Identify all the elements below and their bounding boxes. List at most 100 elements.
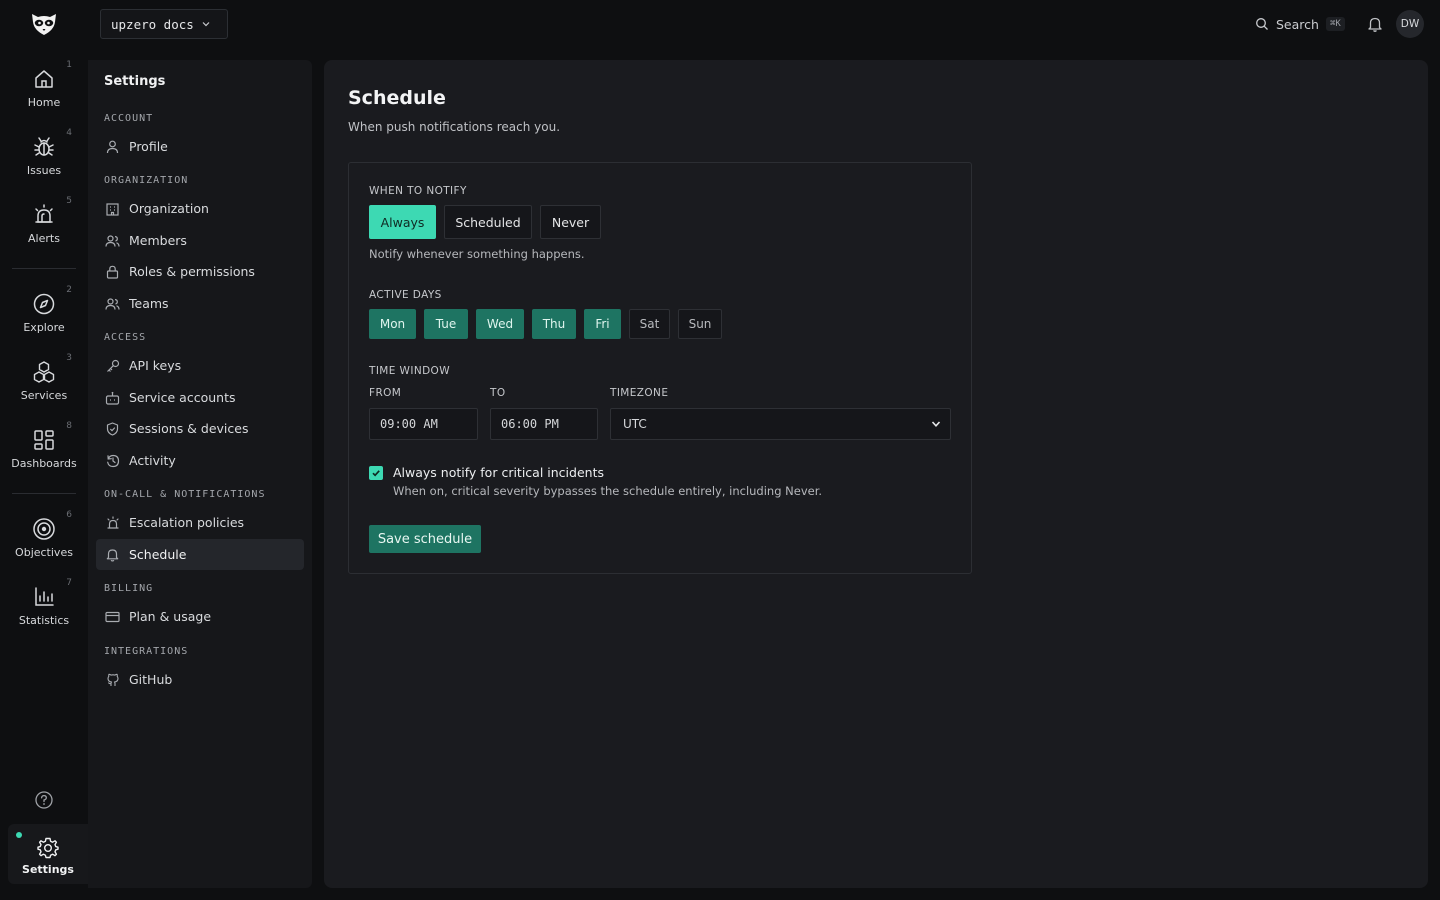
help-icon[interactable] [34, 790, 54, 810]
day-toggle-fri[interactable]: Fri [584, 309, 621, 339]
shortcut-number: 5 [66, 196, 72, 206]
sidebar-item-plan-usage[interactable]: Plan & usage [96, 601, 304, 632]
shortcut-number: 4 [66, 128, 72, 138]
sidebar-item-api-keys[interactable]: API keys [96, 350, 304, 381]
day-toggle-sun[interactable]: Sun [678, 309, 722, 339]
rail-divider [12, 268, 76, 269]
sidebar-item-teams[interactable]: Teams [96, 288, 304, 319]
timezone-select[interactable]: UTC [610, 408, 951, 440]
target-icon [32, 516, 56, 542]
checkmark-icon [371, 468, 381, 478]
sidebar-item-label: Activity [129, 453, 176, 468]
siren-icon [105, 515, 120, 530]
chevron-down-icon [201, 19, 211, 29]
rail-label: Statistics [18, 614, 70, 627]
users-icon [105, 234, 120, 248]
primary-rail: 1 Home 4 Issues 5 Alerts 2 Explore 3 Ser… [0, 48, 88, 900]
from-time-value: 09:00 AM [380, 417, 438, 431]
bell-icon [105, 548, 120, 562]
sidebar-item-escalation-policies[interactable]: Escalation policies [96, 507, 304, 538]
shortcut-number: 6 [66, 510, 72, 520]
active-days-label: ACTIVE DAYS [369, 289, 442, 301]
sidebar-item-members[interactable]: Members [96, 225, 304, 256]
robot-icon [105, 391, 120, 405]
timezone-label: TIMEZONE [610, 387, 669, 399]
search-button[interactable]: Search ⌘K [1255, 14, 1345, 34]
rail-item-statistics[interactable]: 7 Statistics [6, 578, 82, 638]
page-subtitle: When push notifications reach you. [348, 120, 561, 134]
shield-icon [105, 421, 120, 436]
lock-icon [105, 265, 120, 279]
sidebar-item-schedule[interactable]: Schedule [96, 539, 304, 570]
sidebar-item-activity[interactable]: Activity [96, 445, 304, 476]
shortcut-number: 3 [66, 353, 72, 363]
status-dot [16, 832, 22, 838]
rail-label: Dashboards [11, 457, 77, 470]
sidebar-item-service-accounts[interactable]: Service accounts [96, 382, 304, 413]
grid-icon [33, 427, 55, 453]
rail-label: Services [20, 389, 68, 402]
sidebar-item-label: API keys [129, 358, 182, 373]
day-toggle-thu[interactable]: Thu [532, 309, 576, 339]
gear-icon [36, 836, 60, 860]
sidebar-item-label: Teams [129, 296, 169, 311]
sidebar-item-label: GitHub [129, 672, 173, 687]
notify-always-button[interactable]: Always [369, 205, 436, 239]
day-toggle-wed[interactable]: Wed [476, 309, 524, 339]
sidebar-item-label: Escalation policies [129, 515, 245, 530]
time-window-label: TIME WINDOW [369, 365, 451, 377]
sidebar-item-label: Sessions & devices [129, 421, 249, 436]
notify-hint: Notify whenever something happens. [369, 247, 585, 261]
bar-chart-icon [33, 584, 55, 610]
search-shortcut: ⌘K [1325, 17, 1345, 31]
sidebar-item-sessions-devices[interactable]: Sessions & devices [96, 413, 304, 444]
bug-icon [32, 134, 56, 160]
rail-item-alerts[interactable]: 5 Alerts [6, 196, 82, 256]
sidebar-item-label: Service accounts [129, 390, 236, 405]
sidebar-item-organization[interactable]: Organization [96, 193, 304, 224]
compass-icon [32, 291, 56, 317]
github-icon [105, 673, 120, 687]
nav-section-integrations: INTEGRATIONS [104, 646, 189, 657]
sidebar-item-roles-permissions[interactable]: Roles & permissions [96, 256, 304, 287]
rail-label: Settings [22, 863, 74, 876]
notifications-bell-icon[interactable] [1366, 15, 1384, 33]
critical-override-checkbox[interactable] [369, 466, 383, 480]
building-icon [105, 202, 120, 216]
from-label: FROM [369, 387, 402, 399]
sidebar-item-github[interactable]: GitHub [96, 664, 304, 695]
save-schedule-button[interactable]: Save schedule [369, 525, 481, 553]
day-toggle-mon[interactable]: Mon [369, 309, 416, 339]
sidebar-item-profile[interactable]: Profile [96, 131, 304, 162]
rail-item-issues[interactable]: 4 Issues [6, 128, 82, 188]
notify-scheduled-button[interactable]: Scheduled [444, 205, 532, 239]
siren-icon [32, 202, 56, 228]
user-avatar[interactable]: DW [1396, 10, 1424, 38]
nav-section-organization: ORGANIZATION [104, 175, 189, 186]
workspace-switcher[interactable]: upzero docs [100, 9, 228, 39]
day-toggle-tue[interactable]: Tue [424, 309, 468, 339]
workspace-name: upzero docs [111, 16, 194, 32]
rail-item-services[interactable]: 3 Services [6, 353, 82, 413]
rail-item-dashboards[interactable]: 8 Dashboards [6, 421, 82, 481]
rail-item-explore[interactable]: 2 Explore [6, 285, 82, 345]
schedule-card: WHEN TO NOTIFY Always Scheduled Never No… [348, 162, 972, 574]
rail-label: Issues [26, 164, 62, 177]
critical-override-label[interactable]: Always notify for critical incidents [393, 465, 604, 480]
rail-item-home[interactable]: 1 Home [6, 60, 82, 120]
from-time-input[interactable]: 09:00 AM [369, 408, 478, 440]
rail-label: Explore [23, 321, 65, 334]
rail-label: Objectives [15, 546, 73, 559]
day-toggle-sat[interactable]: Sat [629, 309, 670, 339]
history-icon [105, 454, 120, 468]
sidebar-item-label: Profile [129, 139, 168, 154]
sidebar-item-label: Roles & permissions [129, 264, 255, 279]
raccoon-logo-icon[interactable] [28, 10, 60, 38]
rail-item-objectives[interactable]: 6 Objectives [6, 510, 82, 570]
to-time-input[interactable]: 06:00 PM [490, 408, 598, 440]
notify-never-button[interactable]: Never [540, 205, 601, 239]
when-to-notify-label: WHEN TO NOTIFY [369, 185, 467, 197]
sidebar-item-label: Plan & usage [129, 609, 212, 624]
credit-card-icon [105, 611, 120, 623]
chevron-down-icon [930, 418, 942, 430]
